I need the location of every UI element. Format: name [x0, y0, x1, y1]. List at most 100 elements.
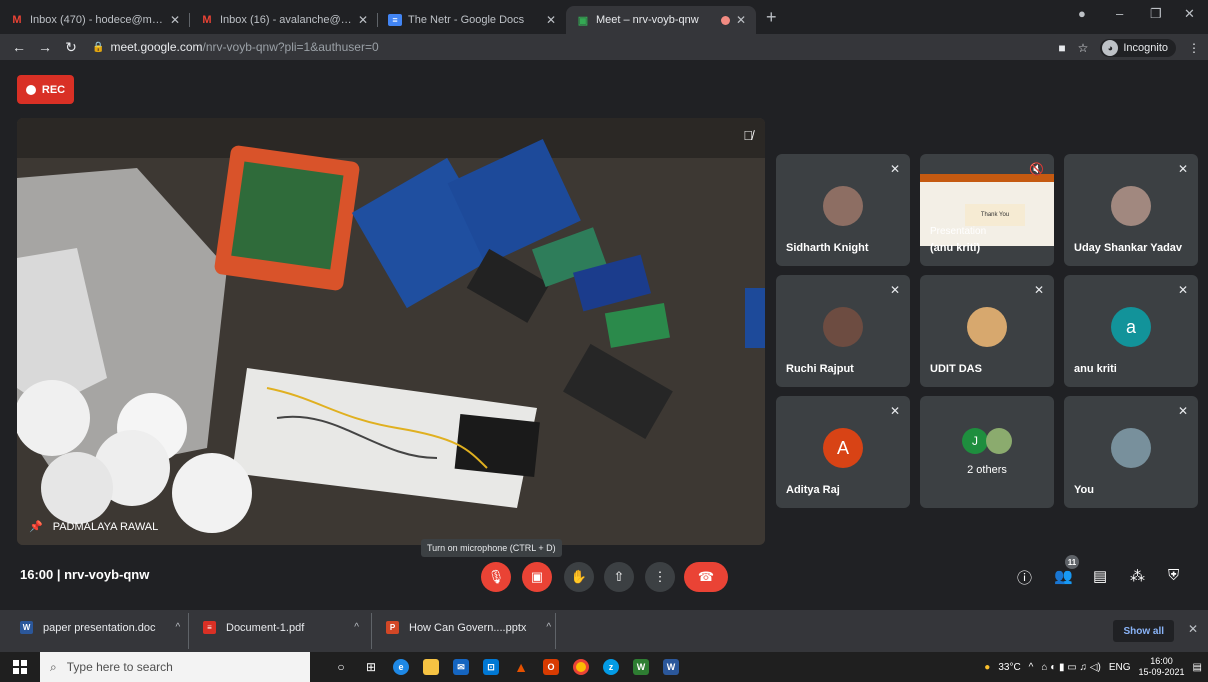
download-shelf: W paper presentation.doc ^ ≡ Document-1.…	[0, 609, 1208, 652]
presentation-label: Presentation	[930, 226, 987, 237]
participant-name: (anu kriti)	[930, 242, 981, 254]
notifications-icon[interactable]: ▤	[1193, 662, 1202, 673]
tab-docs[interactable]: ≡ The Netr - Google Docs ✕	[378, 6, 566, 34]
meeting-details[interactable]: 16:00 | nrv-voyb-qnw	[20, 567, 149, 582]
close-window-button[interactable]: ✕	[1184, 6, 1195, 22]
muted-mic-icon: 🎙̸	[743, 128, 753, 143]
activities-icon[interactable]: ⁂	[1130, 567, 1145, 585]
participant-tile[interactable]: ✕ Ruchi Rajput	[776, 275, 910, 387]
participant-name: You	[1074, 484, 1094, 496]
chevron-up-icon[interactable]: ^	[546, 622, 551, 633]
muted-mic-icon: ✕	[1177, 404, 1188, 418]
office-icon[interactable]: O	[536, 652, 566, 682]
chat-icon[interactable]: ▤	[1093, 567, 1107, 585]
mail-icon[interactable]: ✉	[446, 652, 476, 682]
app-icon[interactable]: z	[596, 652, 626, 682]
participant-tile[interactable]: ✕ UDIT DAS	[920, 275, 1054, 387]
file-explorer-icon[interactable]	[416, 652, 446, 682]
matlab-icon[interactable]: ▲	[506, 652, 536, 682]
participant-tile-presentation[interactable]: Thank You Presentation 🔇 (anu kriti)	[920, 154, 1054, 266]
close-icon[interactable]: ✕	[358, 13, 368, 27]
minimize-button[interactable]: –	[1116, 6, 1123, 21]
new-tab-button[interactable]: +	[756, 7, 787, 34]
participant-tile[interactable]: ✕ A Aditya Raj	[776, 396, 910, 508]
chevron-up-icon[interactable]: ^	[1029, 662, 1034, 673]
waveform-app-icon[interactable]: W	[626, 652, 656, 682]
chevron-up-icon[interactable]: ^	[176, 622, 181, 633]
chevron-up-icon[interactable]: ^	[354, 622, 359, 633]
divider	[188, 613, 189, 649]
participant-tile[interactable]: ✕ Sidharth Knight	[776, 154, 910, 266]
participant-tile[interactable]: ✕ a anu kriti	[1064, 275, 1198, 387]
download-item[interactable]: W paper presentation.doc ^	[20, 621, 180, 634]
download-item[interactable]: ≡ Document-1.pdf ^	[203, 621, 359, 634]
hardware-video-feed	[17, 118, 765, 545]
clock[interactable]: 16:00 15-09-2021	[1139, 656, 1185, 678]
camera-in-use-icon[interactable]: ■	[1058, 41, 1065, 55]
profile-menu-icon[interactable]: ●	[1078, 6, 1086, 21]
cortana-icon[interactable]: ○	[326, 652, 356, 682]
camera-toggle-button[interactable]: ▣	[522, 562, 552, 592]
more-options-button[interactable]: ⋮	[645, 562, 675, 592]
forward-icon[interactable]: →	[32, 39, 58, 55]
close-icon[interactable]: ✕	[170, 13, 180, 27]
avatar	[823, 307, 863, 347]
tab-meet[interactable]: ▣ Meet – nrv-voyb-qnw ✕	[566, 6, 756, 34]
main-video-tile[interactable]: 🎙̸ 📌 PADMALAYA RAWAL	[17, 118, 765, 545]
search-placeholder: Type here to search	[66, 660, 173, 674]
download-item[interactable]: P How Can Govern....pptx ^	[386, 621, 551, 634]
meeting-info-icon[interactable]: ⓘ	[1017, 567, 1032, 588]
browser-menu-icon[interactable]: ⋮	[1188, 41, 1200, 55]
task-view-icon[interactable]: ⊞	[356, 652, 386, 682]
restore-button[interactable]: ❐	[1150, 6, 1162, 22]
muted-mic-icon: ✕	[889, 162, 900, 176]
gmail-icon: M	[202, 14, 212, 26]
raise-hand-button[interactable]: ✋	[564, 562, 594, 592]
people-icon[interactable]: 👥	[1054, 567, 1073, 585]
host-controls-icon[interactable]: ⛨	[1168, 567, 1179, 584]
incognito-label: Incognito	[1123, 42, 1168, 54]
incognito-indicator[interactable]: ◕ Incognito	[1100, 39, 1176, 57]
rec-label: REC	[41, 83, 66, 96]
close-icon[interactable]: ✕	[546, 13, 556, 27]
avatar-letter: J	[962, 428, 988, 454]
leave-call-button[interactable]: ☎	[684, 562, 728, 592]
present-screen-button[interactable]: ⇧	[604, 562, 634, 592]
pin-icon[interactable]: 📌	[29, 520, 43, 533]
tab-gmail-2[interactable]: M Inbox (16) - avalanche@mmumu ✕	[190, 6, 378, 34]
close-shelf-icon[interactable]: ✕	[1188, 622, 1198, 636]
tab-strip: M Inbox (470) - hodece@mmumull ✕ M Inbox…	[0, 0, 1208, 34]
bookmark-star-icon[interactable]: ☆	[1078, 41, 1089, 55]
word-icon[interactable]: W	[656, 652, 686, 682]
back-icon[interactable]: ←	[6, 39, 32, 55]
clock-time: 16:00	[1150, 656, 1173, 666]
microphone-toggle-button[interactable]: 🎙	[481, 562, 511, 592]
weather-icon[interactable]: ●	[984, 662, 990, 673]
chrome-icon[interactable]	[566, 652, 596, 682]
participant-tile-self[interactable]: ✕ You	[1064, 396, 1198, 508]
close-icon[interactable]: ✕	[736, 13, 746, 27]
address-bar[interactable]: 🔒 meet.google.com /nrv-voyb-qnw?pli=1&au…	[92, 36, 1072, 58]
language-indicator[interactable]: ENG	[1109, 662, 1131, 673]
windows-start-icon[interactable]	[0, 660, 40, 674]
participant-tile-others[interactable]: J 2 others	[920, 396, 1054, 508]
participant-name: UDIT DAS	[930, 363, 982, 375]
mic-tooltip: Turn on microphone (CTRL + D)	[421, 539, 562, 557]
reload-icon[interactable]: ↻	[58, 39, 84, 56]
download-filename: paper presentation.doc	[43, 621, 156, 634]
url-path: /nrv-voyb-qnw?pli=1&authuser=0	[202, 40, 379, 54]
url-host: meet.google.com	[110, 40, 203, 54]
record-dot-icon	[25, 84, 36, 95]
show-all-button[interactable]: Show all	[1113, 620, 1174, 642]
muted-mic-icon: ✕	[889, 404, 900, 418]
avatar-letter: a	[1111, 307, 1151, 347]
store-icon[interactable]: ⊡	[476, 652, 506, 682]
participant-name: Aditya Raj	[786, 484, 840, 496]
avatar-letter: A	[823, 428, 863, 468]
weather-temp[interactable]: 33°C	[998, 662, 1020, 673]
participant-tile[interactable]: ✕ Uday Shankar Yadav	[1064, 154, 1198, 266]
tab-gmail-1[interactable]: M Inbox (470) - hodece@mmumull ✕	[0, 6, 190, 34]
edge-icon[interactable]: e	[386, 652, 416, 682]
taskbar-search-input[interactable]: ⌕ Type here to search	[40, 652, 310, 682]
tray-icons[interactable]: ⌂ ◐ ▮ ▭ ♫ ◁)	[1041, 662, 1100, 673]
